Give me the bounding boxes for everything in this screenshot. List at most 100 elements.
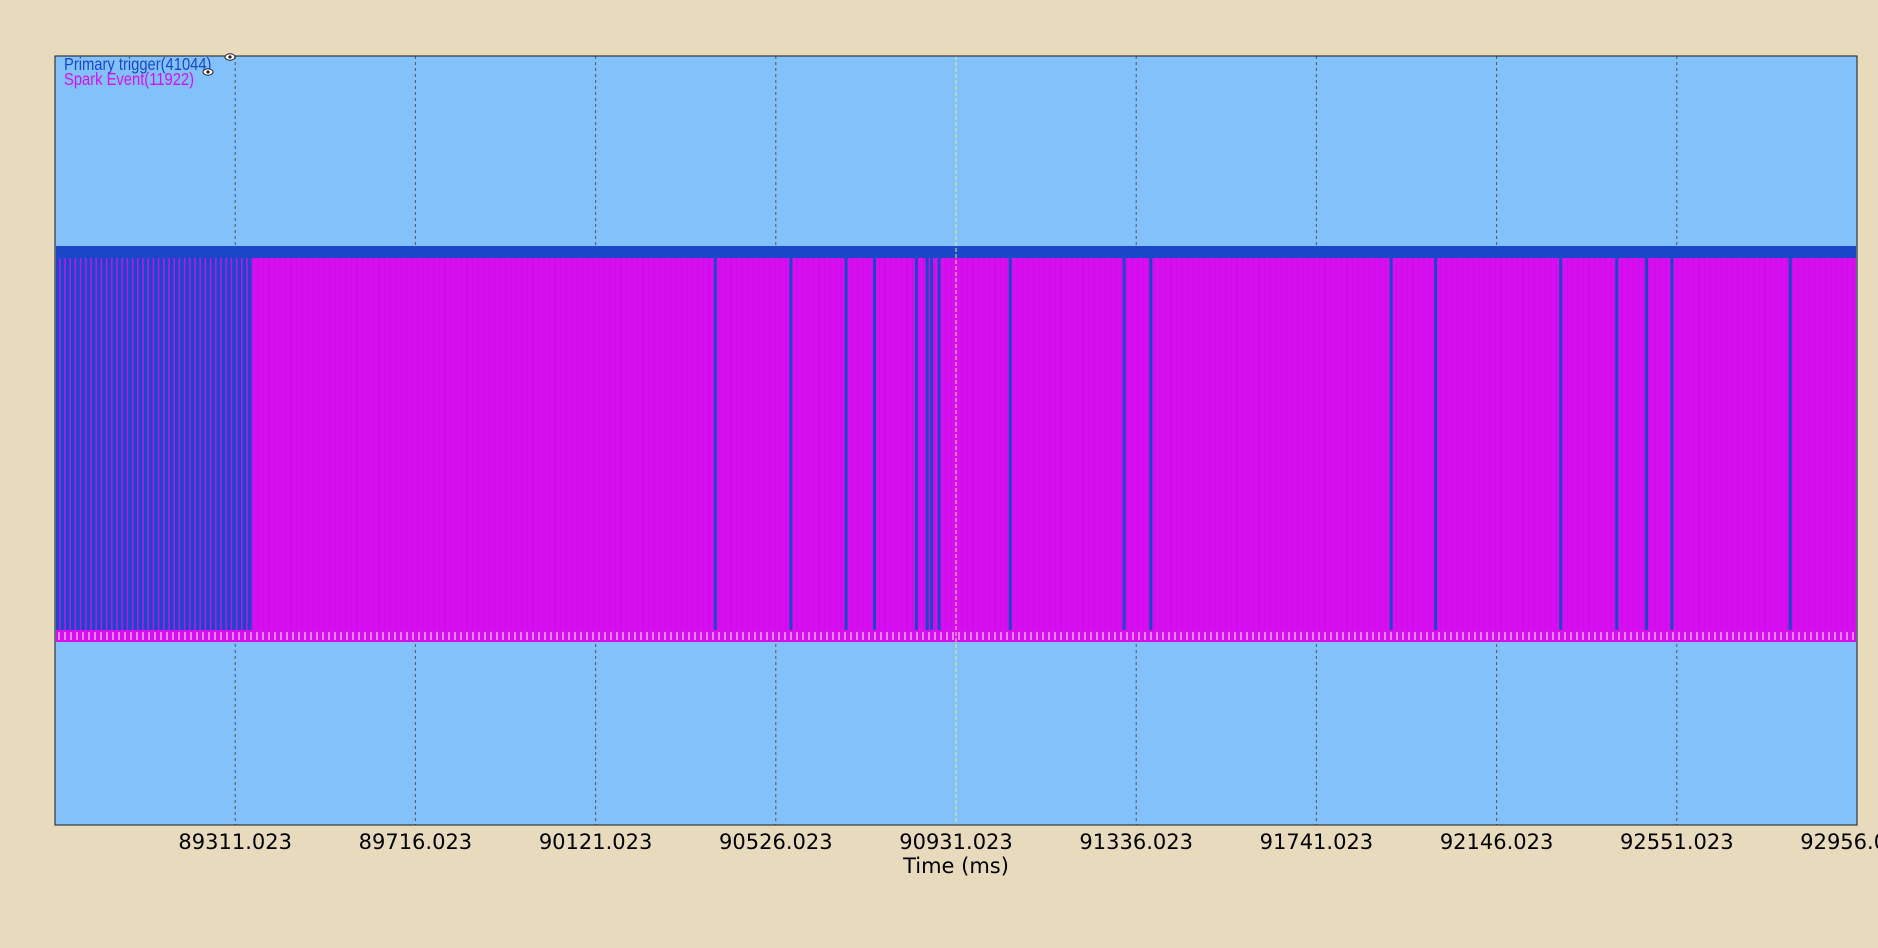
spark-event-stub — [934, 632, 936, 640]
spark-event-stub — [1618, 632, 1620, 640]
spark-event-stub — [1612, 632, 1614, 640]
spark-event-pulse — [230, 258, 233, 630]
spark-event-stub — [478, 632, 480, 640]
spark-event-stub — [1534, 632, 1536, 640]
spark-event-pulse — [126, 258, 129, 630]
spark-event-stub — [406, 632, 408, 640]
spark-event-stub — [112, 632, 114, 640]
spark-event-stub — [358, 632, 360, 640]
spark-event-stub — [268, 632, 270, 640]
spark-event-gap — [1149, 258, 1153, 630]
spark-event-stub — [1672, 632, 1674, 640]
spark-event-stub — [274, 632, 276, 640]
spark-event-stub — [1102, 632, 1104, 640]
spark-event-stub — [1576, 632, 1578, 640]
spark-event-stub — [370, 632, 372, 640]
spark-event-stub — [1330, 632, 1332, 640]
spark-event-stub — [1204, 632, 1206, 640]
spark-event-pulse — [246, 258, 248, 630]
spark-event-pulse — [163, 258, 165, 630]
spark-event-stub — [916, 632, 918, 640]
spark-event-stub — [1498, 632, 1500, 640]
spark-event-stub — [766, 632, 768, 640]
spark-event-stub — [436, 632, 438, 640]
spark-event-stub — [442, 632, 444, 640]
spark-event-pulse — [147, 258, 149, 630]
spark-event-stub — [190, 632, 192, 640]
spark-event-stub — [130, 632, 132, 640]
spark-event-stub — [1780, 632, 1782, 640]
spark-event-stub — [1054, 632, 1056, 640]
spark-event-stub — [1600, 632, 1602, 640]
spark-event-stub — [1558, 632, 1560, 640]
visibility-toggle-icon[interactable] — [224, 53, 236, 61]
spark-event-stub — [730, 632, 732, 640]
spark-event-gap — [1788, 258, 1792, 630]
spark-event-stub — [1120, 632, 1122, 640]
spark-event-stub — [1336, 632, 1338, 640]
spark-event-pulse — [59, 258, 61, 630]
spark-event-stub — [196, 632, 198, 640]
spark-event-stub — [166, 632, 168, 640]
spark-event-stub — [292, 632, 294, 640]
spark-event-stub — [160, 632, 162, 640]
spark-event-stub — [1846, 632, 1848, 640]
spark-event-stub — [364, 632, 366, 640]
spark-event-stub — [1642, 632, 1644, 640]
spark-event-stub — [1636, 632, 1638, 640]
spark-event-stub — [1084, 632, 1086, 640]
spark-event-stub — [106, 632, 108, 640]
spark-event-stub — [838, 632, 840, 640]
spark-event-pulse — [100, 258, 103, 630]
spark-event-stub — [1738, 632, 1740, 640]
x-tick-label: 90121.023 — [539, 830, 653, 854]
spark-event-stub — [1282, 632, 1284, 640]
visibility-toggle-icon[interactable] — [202, 68, 214, 76]
spark-event-gap — [1434, 258, 1438, 630]
spark-event-pulse — [241, 258, 243, 630]
spark-event-stub — [748, 632, 750, 640]
spark-event-gap — [930, 258, 934, 630]
legend-spark-event: Spark Event(11922) — [64, 70, 194, 90]
spark-event-stub — [628, 632, 630, 640]
spark-event-gap — [914, 258, 918, 630]
spark-event-gap — [1008, 258, 1012, 630]
spark-event-stub — [124, 632, 126, 640]
spark-event-pulse — [142, 258, 144, 630]
spark-event-stub — [202, 632, 204, 640]
spark-event-stub — [1726, 632, 1728, 640]
spark-event-stub — [742, 632, 744, 640]
spark-event-stub — [1708, 632, 1710, 640]
spark-event-stub — [568, 632, 570, 640]
spark-event-pulse — [225, 258, 227, 630]
spark-event-stub — [1432, 632, 1434, 640]
spark-event-stub — [1504, 632, 1506, 640]
spark-event-stub — [82, 632, 84, 640]
spark-event-stub — [550, 632, 552, 640]
spark-event-pulse — [220, 258, 222, 630]
spark-event-stub — [814, 632, 816, 640]
spark-event-stub — [1786, 632, 1788, 640]
spark-event-stub — [724, 632, 726, 640]
spark-event-stub — [598, 632, 600, 640]
spark-event-stub — [316, 632, 318, 640]
spark-event-stub — [1000, 632, 1002, 640]
spark-event-gap — [1615, 258, 1619, 630]
spark-event-stub — [886, 632, 888, 640]
spark-event-stub — [1108, 632, 1110, 640]
spark-event-gap — [937, 258, 941, 630]
spark-event-stub — [1276, 632, 1278, 640]
spark-event-stub — [1150, 632, 1152, 640]
event-chart: 89311.023 89716.023 90121.023 90526.023 9093… — [54, 53, 1878, 878]
spark-event-stub — [892, 632, 894, 640]
spark-event-pulse — [215, 258, 217, 630]
spark-event-stub — [1720, 632, 1722, 640]
spark-event-stub — [1714, 632, 1716, 640]
spark-event-stub — [88, 632, 90, 640]
spark-event-stub — [1564, 632, 1566, 640]
spark-event-stub — [1162, 632, 1164, 640]
spark-event-stub — [94, 632, 96, 640]
spark-event-stub — [1090, 632, 1092, 640]
spark-event-stub — [424, 632, 426, 640]
spark-event-pulse — [116, 258, 118, 630]
